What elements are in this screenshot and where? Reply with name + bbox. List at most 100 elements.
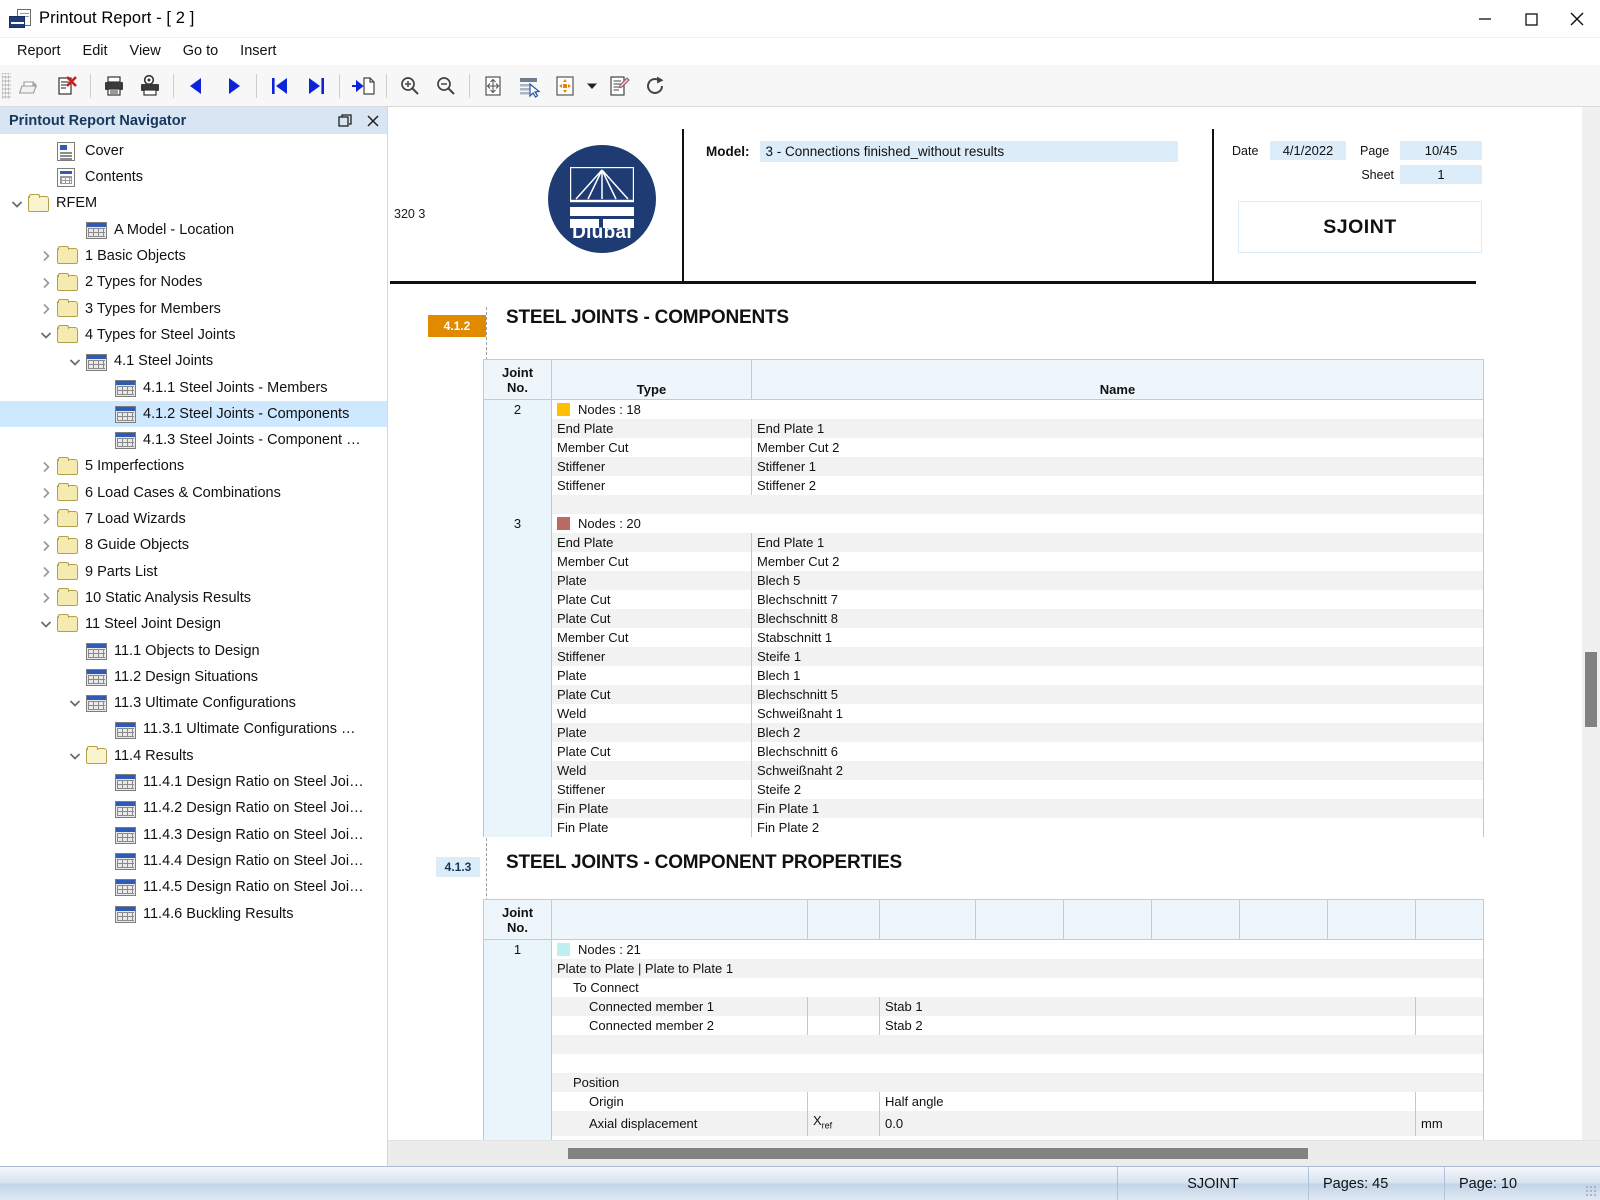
- tree-item-10-static-analysis-results[interactable]: 10 Static Analysis Results: [0, 585, 387, 611]
- select-block-icon[interactable]: [511, 68, 547, 104]
- menu-insert[interactable]: Insert: [229, 40, 287, 62]
- tree-twisty[interactable]: [64, 355, 86, 369]
- horizontal-scrollbar[interactable]: [388, 1140, 1600, 1166]
- cell-unit: [1415, 1092, 1484, 1111]
- tree-item-4-types-for-steel-joints[interactable]: 4 Types for Steel Joints: [0, 322, 387, 348]
- tree-twisty[interactable]: [6, 197, 28, 211]
- tree-item-11-3-1-ultimate-configurations[interactable]: 11.3.1 Ultimate Configurations …: [0, 717, 387, 743]
- tree-twisty[interactable]: [35, 617, 57, 631]
- cell-name: Member Cut 2: [751, 438, 1484, 457]
- refresh-icon[interactable]: [637, 68, 673, 104]
- page-value: 10/45: [1400, 141, 1482, 160]
- close-icon[interactable]: [359, 109, 387, 133]
- tree-item-4-1-3-steel-joints-component[interactable]: 4.1.3 Steel Joints - Component …: [0, 427, 387, 453]
- tree-item-7-load-wizards[interactable]: 7 Load Wizards: [0, 506, 387, 532]
- tree-item-11-4-1-design-ratio-on-steel-joi[interactable]: 11.4.1 Design Ratio on Steel Joi…: [0, 769, 387, 795]
- tree-twisty[interactable]: [64, 749, 86, 763]
- folder-icon: [57, 246, 78, 265]
- minimize-button[interactable]: [1462, 0, 1508, 38]
- tree-item-11-4-6-buckling-results[interactable]: 11.4.6 Buckling Results: [0, 901, 387, 927]
- tree-item-a-model-location[interactable]: A Model - Location: [0, 217, 387, 243]
- tree-item-4-1-steel-joints[interactable]: 4.1 Steel Joints: [0, 348, 387, 374]
- previous-page-icon[interactable]: [179, 68, 215, 104]
- tree-item-label: 11.2 Design Situations: [114, 668, 259, 685]
- folder-open-icon: [86, 745, 107, 764]
- tree-twisty[interactable]: [35, 328, 57, 342]
- tree-item-3-types-for-members[interactable]: 3 Types for Members: [0, 296, 387, 322]
- zoom-out-icon[interactable]: [428, 68, 464, 104]
- toolbar-grip[interactable]: [2, 72, 11, 99]
- close-button[interactable]: [1554, 0, 1600, 38]
- delete-report-icon[interactable]: [49, 68, 85, 104]
- tree-item-11-4-5-design-ratio-on-steel-joi[interactable]: 11.4.5 Design Ratio on Steel Joi…: [0, 874, 387, 900]
- page-setup-icon[interactable]: [547, 68, 583, 104]
- tree-item-4-1-2-steel-joints-components[interactable]: 4.1.2 Steel Joints - Components: [0, 400, 387, 428]
- print-icon[interactable]: [96, 68, 132, 104]
- tree-item-contents[interactable]: Contents: [0, 164, 387, 190]
- cell-joint-no: [483, 997, 552, 1016]
- last-page-icon[interactable]: [298, 68, 334, 104]
- tree-item-5-imperfections[interactable]: 5 Imperfections: [0, 454, 387, 480]
- tree-item-rfem[interactable]: RFEM: [0, 191, 387, 217]
- menu-view[interactable]: View: [119, 40, 172, 62]
- document-scroll-area[interactable]: 320 3 Dlubal Model: 3 - Connections fini…: [388, 107, 1600, 1140]
- report-meta-cell: Date 4/1/2022 Page 10/45 Sheet 1 SJOINT: [1212, 129, 1482, 284]
- edit-report-icon[interactable]: [601, 68, 637, 104]
- print-settings-icon[interactable]: [132, 68, 168, 104]
- status-stamp: SJOINT: [1187, 1175, 1239, 1192]
- first-page-icon[interactable]: [262, 68, 298, 104]
- zoom-in-icon[interactable]: [392, 68, 428, 104]
- tree-twisty[interactable]: [35, 486, 57, 500]
- fit-page-icon[interactable]: [475, 68, 511, 104]
- menu-edit[interactable]: Edit: [72, 40, 119, 62]
- dropdown-arrow-icon[interactable]: [583, 68, 601, 104]
- page-label: Page: [1360, 143, 1390, 158]
- open-report-icon[interactable]: [13, 68, 49, 104]
- tree-item-11-3-ultimate-configurations[interactable]: 11.3 Ultimate Configurations: [0, 690, 387, 716]
- tree-item-2-types-for-nodes[interactable]: 2 Types for Nodes: [0, 269, 387, 295]
- table-row: 3 Nodes : 20: [483, 514, 1484, 533]
- cell-unit: [1415, 997, 1484, 1016]
- menu-report[interactable]: Report: [6, 40, 72, 62]
- resize-grip[interactable]: [1580, 1167, 1600, 1200]
- tree-item-label: 4.1.1 Steel Joints - Members: [143, 379, 328, 396]
- table-row: Fin Plate Fin Plate 1: [483, 799, 1484, 818]
- cell-joint-no: [483, 723, 552, 742]
- horizontal-scrollbar-thumb[interactable]: [568, 1148, 1308, 1159]
- tree-twisty[interactable]: [35, 565, 57, 579]
- vertical-scrollbar-thumb[interactable]: [1585, 652, 1597, 727]
- tree-item-label: 5 Imperfections: [85, 458, 185, 475]
- tree-twisty[interactable]: [35, 276, 57, 290]
- tree-item-9-parts-list[interactable]: 9 Parts List: [0, 559, 387, 585]
- tree-twisty[interactable]: [35, 460, 57, 474]
- tree-twisty[interactable]: [35, 539, 57, 553]
- tree-item-11-4-3-design-ratio-on-steel-joi[interactable]: 11.4.3 Design Ratio on Steel Joi…: [0, 822, 387, 848]
- tree-item-6-load-cases-combinations[interactable]: 6 Load Cases & Combinations: [0, 480, 387, 506]
- next-page-icon[interactable]: [215, 68, 251, 104]
- tree-item-11-2-design-situations[interactable]: 11.2 Design Situations: [0, 664, 387, 690]
- tree-twisty[interactable]: [35, 302, 57, 316]
- tree-item-11-steel-joint-design[interactable]: 11 Steel Joint Design: [0, 611, 387, 637]
- tree-item-11-1-objects-to-design[interactable]: 11.1 Objects to Design: [0, 638, 387, 664]
- vertical-scrollbar[interactable]: [1582, 107, 1600, 1140]
- tree-item-8-guide-objects[interactable]: 8 Guide Objects: [0, 532, 387, 558]
- undock-icon[interactable]: [331, 109, 359, 133]
- tree-item-1-basic-objects[interactable]: 1 Basic Objects: [0, 243, 387, 269]
- export-page-icon[interactable]: [345, 68, 381, 104]
- tree-item-11-4-4-design-ratio-on-steel-joi[interactable]: 11.4.4 Design Ratio on Steel Joi…: [0, 848, 387, 874]
- tree-item-4-1-1-steel-joints-members[interactable]: 4.1.1 Steel Joints - Members: [0, 375, 387, 401]
- tree-twisty[interactable]: [64, 696, 86, 710]
- navigator-tree[interactable]: Cover Contents RFEM A Model - Location 1 Bas…: [0, 134, 387, 1166]
- table-icon: [115, 406, 136, 424]
- menu-goto[interactable]: Go to: [172, 40, 229, 62]
- tree-item-11-4-2-design-ratio-on-steel-joi[interactable]: 11.4.2 Design Ratio on Steel Joi…: [0, 795, 387, 821]
- tree-twisty[interactable]: [35, 512, 57, 526]
- tree-item-11-4-results[interactable]: 11.4 Results: [0, 743, 387, 769]
- maximize-button[interactable]: [1508, 0, 1554, 38]
- tree-twisty[interactable]: [35, 591, 57, 605]
- app-icon: [9, 8, 31, 29]
- tree-item-label: 4.1 Steel Joints: [114, 353, 214, 370]
- cell-joint-no: 3: [483, 514, 552, 533]
- tree-twisty[interactable]: [35, 249, 57, 263]
- tree-item-cover[interactable]: Cover: [0, 138, 387, 164]
